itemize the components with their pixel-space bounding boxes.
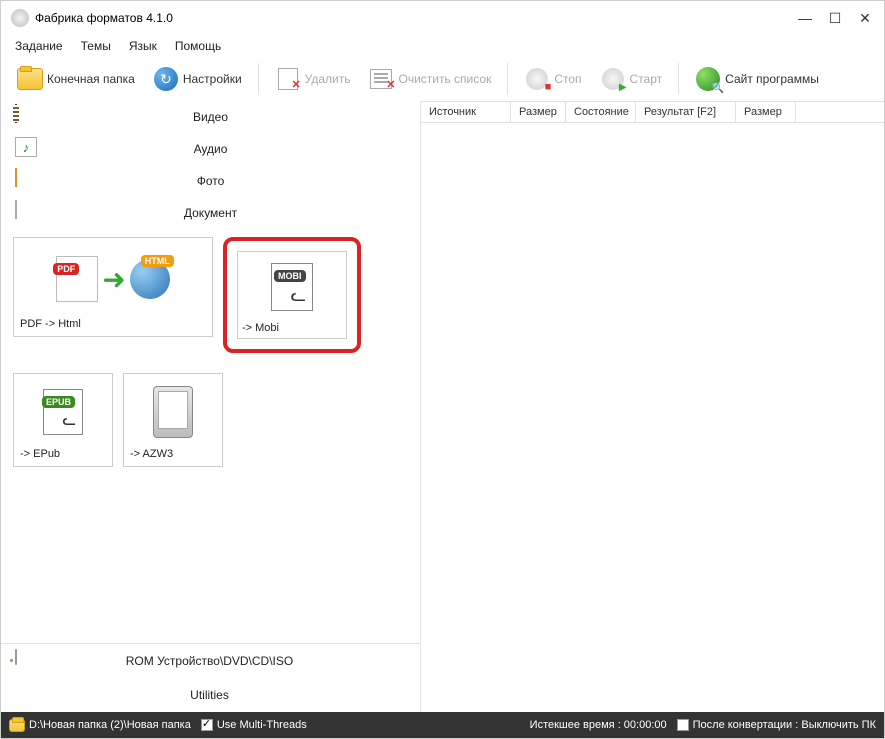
label: Очистить список <box>398 72 491 86</box>
photo-icon <box>15 169 39 193</box>
drive-icon <box>15 650 37 672</box>
minimize-button[interactable]: — <box>796 10 814 27</box>
clear-list-button[interactable]: Очистить список <box>362 64 497 94</box>
document-icon <box>15 201 39 225</box>
settings-button[interactable]: ↻ Настройки <box>147 64 248 94</box>
tile-label: -> Mobi <box>242 318 342 334</box>
label: Utilities <box>49 688 370 702</box>
clear-icon <box>368 66 394 92</box>
site-button[interactable]: Сайт программы <box>689 64 825 94</box>
separator <box>507 63 508 95</box>
after-convert-checkbox[interactable]: После конвертации : Выключить ПК <box>677 719 876 731</box>
epub-icon: EPUB <box>43 389 83 435</box>
label: Конечная папка <box>47 72 135 86</box>
folder-icon <box>9 719 25 732</box>
toolbar: Конечная папка ↻ Настройки Удалить Очист… <box>1 57 884 101</box>
checkbox-icon <box>201 719 213 731</box>
audio-icon: ♪ <box>15 137 39 161</box>
category-audio[interactable]: ♪ Аудио <box>1 133 420 165</box>
label: Удалить <box>305 72 351 86</box>
tile-label: -> EPub <box>20 444 106 460</box>
app-icon <box>11 9 29 27</box>
folder-icon <box>17 66 43 92</box>
stop-icon <box>524 66 550 92</box>
close-button[interactable]: ✕ <box>856 10 874 27</box>
start-icon <box>600 66 626 92</box>
category-document[interactable]: Документ <box>1 197 420 229</box>
menu-task[interactable]: Задание <box>15 39 63 53</box>
label: ROM Устройство\DVD\CD\ISO <box>49 654 370 668</box>
mobi-icon: MOBI <box>271 263 313 311</box>
col-size[interactable]: Размер <box>511 102 566 122</box>
path-text: D:\Новая папка (2)\Новая папка <box>29 719 191 731</box>
output-path[interactable]: D:\Новая папка (2)\Новая папка <box>9 719 191 732</box>
col-source[interactable]: Источник <box>421 102 511 122</box>
category-video[interactable]: Видео <box>1 101 420 133</box>
tile-epub[interactable]: EPUB -> EPub <box>13 373 113 467</box>
stop-button[interactable]: Стоп <box>518 64 587 94</box>
category-utilities[interactable]: Utilities <box>1 678 420 712</box>
sidebar: Видео ♪ Аудио Фото Документ PDF ➜ HTM <box>1 101 421 712</box>
right-pane: Источник Размер Состояние Результат [F2]… <box>421 101 884 712</box>
menu-lang[interactable]: Язык <box>129 39 157 53</box>
output-folder-button[interactable]: Конечная папка <box>11 64 141 94</box>
table-header: Источник Размер Состояние Результат [F2]… <box>421 101 884 123</box>
col-result[interactable]: Результат [F2] <box>636 102 736 122</box>
category-photo[interactable]: Фото <box>1 165 420 197</box>
start-button[interactable]: Старт <box>594 64 669 94</box>
label: После конвертации : Выключить ПК <box>693 719 876 731</box>
tile-label: PDF -> Html <box>20 314 206 330</box>
tile-label: -> AZW3 <box>130 444 216 460</box>
window-title: Фабрика форматов 4.1.0 <box>35 11 796 25</box>
titlebar: Фабрика форматов 4.1.0 — ☐ ✕ <box>1 1 884 35</box>
label: Сайт программы <box>725 72 819 86</box>
separator <box>258 63 259 95</box>
col-size2[interactable]: Размер <box>736 102 796 122</box>
label: Фото <box>51 174 370 188</box>
menu-themes[interactable]: Темы <box>81 39 111 53</box>
html-icon: HTML <box>130 259 170 299</box>
tile-azw3[interactable]: -> AZW3 <box>123 373 223 467</box>
globe-icon <box>695 66 721 92</box>
label: Видео <box>51 110 370 124</box>
device-icon <box>153 386 193 438</box>
tile-pdf-html[interactable]: PDF ➜ HTML PDF -> Html <box>13 237 213 337</box>
label: Use Multi-Threads <box>217 719 307 731</box>
elapsed-time: Истекшее время : 00:00:00 <box>530 719 667 731</box>
video-icon <box>15 105 39 129</box>
arrow-icon: ➜ <box>102 263 125 296</box>
label: Стоп <box>554 72 581 86</box>
table-body <box>421 123 884 712</box>
menu-help[interactable]: Помощь <box>175 39 221 53</box>
tiles-area: PDF ➜ HTML PDF -> Html MOBI -> Mobi <box>1 229 420 643</box>
label: Настройки <box>183 72 242 86</box>
label: Аудио <box>51 142 370 156</box>
gear-icon <box>15 684 37 706</box>
remove-icon <box>275 66 301 92</box>
label: Старт <box>630 72 663 86</box>
pdf-icon: PDF <box>56 256 98 302</box>
maximize-button[interactable]: ☐ <box>826 10 844 27</box>
menubar: Задание Темы Язык Помощь <box>1 35 884 57</box>
category-rom[interactable]: ROM Устройство\DVD\CD\ISO <box>1 644 420 678</box>
col-state[interactable]: Состояние <box>566 102 636 122</box>
label: Документ <box>51 206 370 220</box>
settings-icon: ↻ <box>153 66 179 92</box>
tile-mobi[interactable]: MOBI -> Mobi <box>223 237 361 353</box>
multithread-checkbox[interactable]: Use Multi-Threads <box>201 719 307 731</box>
statusbar: D:\Новая папка (2)\Новая папка Use Multi… <box>1 712 884 738</box>
separator <box>678 63 679 95</box>
remove-button[interactable]: Удалить <box>269 64 357 94</box>
checkbox-icon <box>677 719 689 731</box>
